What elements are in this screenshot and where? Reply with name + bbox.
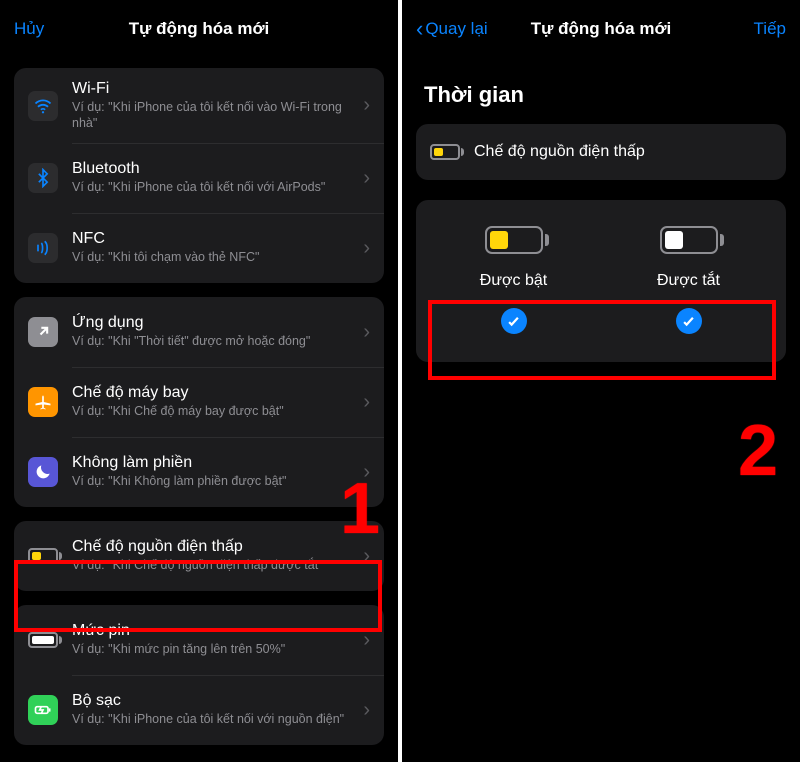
trigger-row-lowpower[interactable]: Chế độ nguồn điện thấp Ví dụ: "Khi Chế đ…	[14, 521, 384, 591]
row-subtitle: Ví dụ: "Khi mức pin tăng lên trên 50%"	[72, 642, 357, 658]
row-subtitle: Ví dụ: "Khi "Thời tiết" được mở hoặc đón…	[72, 334, 357, 350]
row-subtitle: Ví dụ: "Khi iPhone của tôi kết nối vào W…	[72, 100, 357, 131]
option-off-label: Được tắt	[657, 272, 720, 290]
chevron-right-icon: ›	[363, 545, 370, 568]
chevron-right-icon: ›	[363, 321, 370, 344]
phone-step-1: Hủy Tự động hóa mới Wi-Fi Ví dụ: "Khi iP…	[0, 0, 398, 762]
bluetooth-icon	[28, 163, 58, 193]
section-title: Thời gian	[402, 58, 800, 124]
row-subtitle: Ví dụ: "Khi Không làm phiền được bật"	[72, 474, 357, 490]
checkmark-icon	[676, 308, 702, 334]
options-card: Được bật Được tắt	[416, 200, 786, 362]
chevron-right-icon: ›	[363, 461, 370, 484]
trigger-group-battery: Mức pin Ví dụ: "Khi mức pin tăng lên trê…	[14, 605, 384, 745]
battery-off-icon	[660, 226, 718, 254]
option-off[interactable]: Được tắt	[601, 226, 776, 334]
battery-low-icon	[430, 137, 460, 167]
back-label: Quay lại	[425, 19, 487, 39]
annotation-step-number: 2	[738, 410, 778, 492]
next-button[interactable]: Tiếp	[706, 19, 786, 39]
trigger-group-modes: Ứng dụng Ví dụ: "Khi "Thời tiết" được mở…	[14, 297, 384, 507]
row-subtitle: Ví dụ: "Khi iPhone của tôi kết nối với n…	[72, 712, 357, 728]
row-title: NFC	[72, 230, 357, 248]
trigger-row-wifi[interactable]: Wi-Fi Ví dụ: "Khi iPhone của tôi kết nối…	[14, 68, 384, 143]
cancel-button[interactable]: Hủy	[14, 19, 94, 39]
row-subtitle: Ví dụ: "Khi iPhone của tôi kết nối với A…	[72, 180, 357, 196]
row-title: Ứng dụng	[72, 314, 357, 332]
battery-low-icon	[28, 541, 58, 571]
option-on-label: Được bật	[480, 272, 547, 290]
row-subtitle: Ví dụ: "Khi Chế độ máy bay được bật"	[72, 404, 357, 420]
navbar: Hủy Tự động hóa mới	[0, 0, 398, 58]
trigger-group-lowpower: Chế độ nguồn điện thấp Ví dụ: "Khi Chế đ…	[14, 521, 384, 591]
trigger-row-dnd[interactable]: Không làm phiền Ví dụ: "Khi Không làm ph…	[14, 437, 384, 507]
chevron-right-icon: ›	[363, 94, 370, 117]
chevron-right-icon: ›	[363, 237, 370, 260]
app-icon	[28, 317, 58, 347]
trigger-row-airplane[interactable]: Chế độ máy bay Ví dụ: "Khi Chế độ máy ba…	[14, 367, 384, 437]
trigger-row-nfc[interactable]: NFC Ví dụ: "Khi tôi chạm vào thẻ NFC" ›	[14, 213, 384, 283]
row-subtitle: Ví dụ: "Khi tôi chạm vào thẻ NFC"	[72, 250, 357, 266]
trigger-row-app[interactable]: Ứng dụng Ví dụ: "Khi "Thời tiết" được mở…	[14, 297, 384, 367]
chevron-right-icon: ›	[363, 629, 370, 652]
battery-on-icon	[485, 226, 543, 254]
wifi-icon	[28, 91, 58, 121]
nfc-icon	[28, 233, 58, 263]
row-title: Mức pin	[72, 622, 357, 640]
option-on[interactable]: Được bật	[426, 226, 601, 334]
trigger-row-bluetooth[interactable]: Bluetooth Ví dụ: "Khi iPhone của tôi kết…	[14, 143, 384, 213]
phone-step-2: ‹ Quay lại Tự động hóa mới Tiếp Thời gia…	[402, 0, 800, 762]
moon-icon	[28, 457, 58, 487]
row-subtitle: Ví dụ: "Khi Chế độ nguồn điện thấp được …	[72, 558, 357, 574]
battery-icon	[28, 625, 58, 655]
back-button[interactable]: ‹ Quay lại	[416, 18, 496, 40]
selected-trigger-card: Chế độ nguồn điện thấp	[416, 124, 786, 180]
row-title: Chế độ nguồn điện thấp	[474, 143, 772, 161]
row-title: Chế độ nguồn điện thấp	[72, 538, 357, 556]
charger-icon	[28, 695, 58, 725]
checkmark-icon	[501, 308, 527, 334]
row-title: Không làm phiền	[72, 454, 357, 472]
row-title: Bộ sạc	[72, 692, 357, 710]
chevron-right-icon: ›	[363, 167, 370, 190]
navbar: ‹ Quay lại Tự động hóa mới Tiếp	[402, 0, 800, 58]
row-title: Bluetooth	[72, 160, 357, 178]
chevron-right-icon: ›	[363, 699, 370, 722]
selected-trigger-row: Chế độ nguồn điện thấp	[416, 124, 786, 180]
trigger-group-connectivity: Wi-Fi Ví dụ: "Khi iPhone của tôi kết nối…	[14, 68, 384, 283]
trigger-row-battery-level[interactable]: Mức pin Ví dụ: "Khi mức pin tăng lên trê…	[14, 605, 384, 675]
trigger-row-charger[interactable]: Bộ sạc Ví dụ: "Khi iPhone của tôi kết nố…	[14, 675, 384, 745]
row-title: Wi-Fi	[72, 80, 357, 98]
row-title: Chế độ máy bay	[72, 384, 357, 402]
chevron-left-icon: ‹	[416, 18, 423, 40]
chevron-right-icon: ›	[363, 391, 370, 414]
airplane-icon	[28, 387, 58, 417]
